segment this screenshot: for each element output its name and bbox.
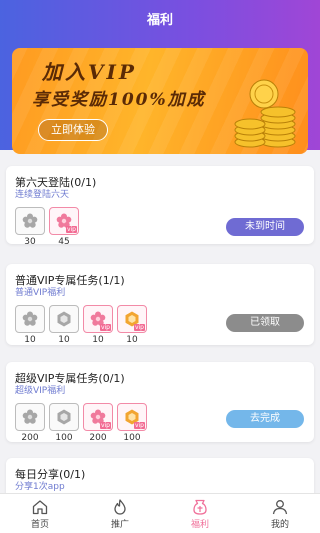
reward-item: 100 — [49, 403, 79, 443]
task-subtitle: 超级VIP福利 — [15, 386, 66, 396]
vip-promo-banner[interactable]: 加入VIP 享受奖励100%加成 立即体验 — [12, 48, 308, 154]
reward-icon-box-vip: vip — [83, 403, 113, 431]
reward-value: 10 — [58, 335, 70, 345]
hexagon-icon — [57, 409, 71, 425]
reward-item: vip 45 — [49, 207, 79, 247]
reward-icon-box-vip: vip — [83, 305, 113, 333]
bottom-tab-bar: 首页 推广 福利 我的 — [0, 493, 320, 533]
tab-label: 推广 — [110, 520, 129, 530]
reward-value: 30 — [24, 237, 36, 247]
banner-subheadline: 享受奖励100%加成 — [32, 90, 206, 110]
reward-list: 10 10 vip 10 vip 10 — [15, 305, 147, 345]
reward-icon-box — [49, 403, 79, 431]
reward-value: 10 — [126, 335, 138, 345]
vip-tag: vip — [65, 226, 77, 233]
status-button-go-complete[interactable]: 去完成 — [226, 410, 304, 428]
reward-list: 30 vip 45 — [15, 207, 79, 247]
reward-value: 100 — [123, 433, 141, 443]
reward-item: 30 — [15, 207, 45, 247]
reward-item: vip 10 — [83, 305, 113, 345]
reward-icon-box-vip: vip — [117, 403, 147, 431]
vip-tag: vip — [133, 324, 145, 331]
task-card-normal-vip: 普通VIP专属任务(1/1) 普通VIP福利 10 10 vip 10 vip — [6, 264, 314, 345]
flower-icon — [22, 311, 38, 326]
try-now-button[interactable]: 立即体验 — [38, 119, 108, 141]
tab-label: 福利 — [190, 520, 209, 530]
task-subtitle: 分享1次app — [15, 482, 65, 492]
reward-icon-box — [49, 305, 79, 333]
tab-home[interactable]: 首页 — [0, 494, 80, 533]
tab-me[interactable]: 我的 — [240, 494, 320, 533]
reward-icon-box — [15, 403, 45, 431]
reward-icon-box-vip: vip — [117, 305, 147, 333]
reward-item: 10 — [49, 305, 79, 345]
status-button-claimed[interactable]: 已领取 — [226, 314, 304, 332]
flame-icon — [114, 499, 126, 515]
reward-value: 45 — [58, 237, 70, 247]
banner-headline: 加入VIP — [42, 60, 137, 84]
flower-icon — [22, 213, 38, 228]
reward-item: 10 — [15, 305, 45, 345]
task-card-super-vip: 超级VIP专属任务(0/1) 超级VIP福利 200 100 vip 200 v… — [6, 362, 314, 443]
reward-item: vip 10 — [117, 305, 147, 345]
vip-tag: vip — [99, 422, 111, 429]
user-icon — [272, 500, 288, 515]
reward-list: 200 100 vip 200 vip 100 — [15, 403, 147, 443]
page-title: 福利 — [146, 12, 173, 28]
tab-label: 首页 — [30, 520, 49, 530]
task-card-daily-share: 每日分享(0/1) 分享1次app — [6, 458, 314, 498]
reward-value: 200 — [21, 433, 39, 443]
task-subtitle: 连续登陆六天 — [15, 190, 70, 200]
reward-item: 200 — [15, 403, 45, 443]
reward-icon-box — [15, 305, 45, 333]
task-card-day6-login: 第六天登陆(0/1) 连续登陆六天 30 vip 45 未到时间 — [6, 166, 314, 247]
reward-icon-box — [15, 207, 45, 235]
reward-item: vip 100 — [117, 403, 147, 443]
reward-value: 100 — [55, 433, 73, 443]
status-button-not-yet[interactable]: 未到时间 — [226, 218, 304, 236]
vip-tag: vip — [99, 324, 111, 331]
reward-icon-box-vip: vip — [49, 207, 79, 235]
tab-label: 我的 — [270, 520, 289, 530]
task-subtitle: 普通VIP福利 — [15, 288, 66, 298]
hexagon-icon — [57, 311, 71, 327]
gold-coins-icon — [234, 79, 296, 148]
flower-icon — [22, 409, 38, 424]
tab-promote[interactable]: 推广 — [80, 494, 160, 533]
reward-item: vip 200 — [83, 403, 113, 443]
gift-icon — [193, 499, 207, 515]
home-icon — [32, 500, 48, 515]
reward-value: 10 — [92, 335, 104, 345]
vip-tag: vip — [133, 422, 145, 429]
tab-welfare[interactable]: 福利 — [160, 494, 240, 533]
reward-value: 200 — [89, 433, 107, 443]
reward-value: 10 — [24, 335, 36, 345]
